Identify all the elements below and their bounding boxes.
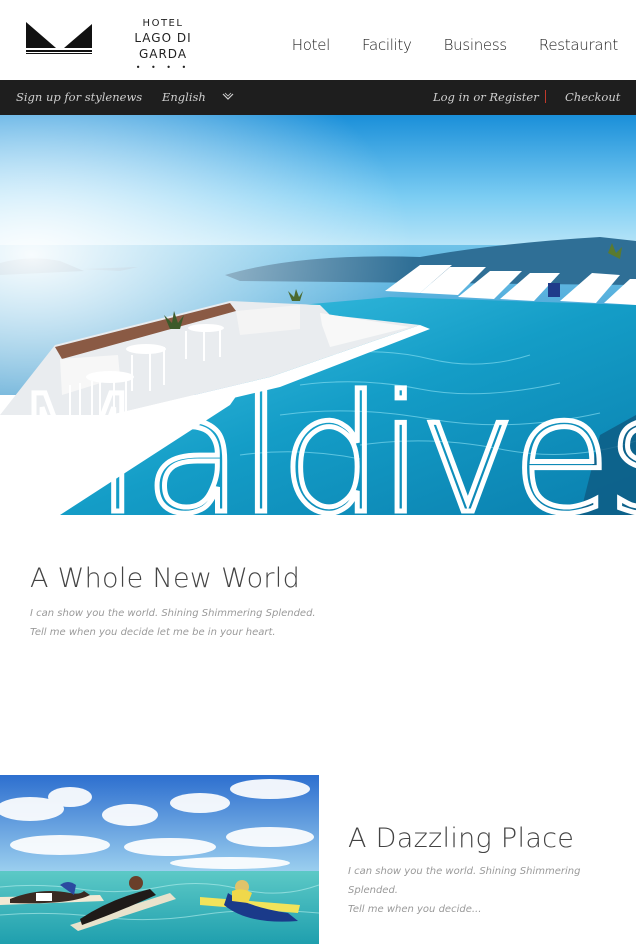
logo-hotel-label: HOTEL: [142, 18, 184, 29]
intro-line-2: Tell me when you decide let me be in you…: [30, 627, 276, 638]
topbar-divider: [545, 90, 546, 103]
logo-text: HOTEL LAGO DI GARDA • • • •: [108, 18, 218, 73]
surfers-photo: [0, 775, 319, 944]
nav-item-business[interactable]: Business: [444, 36, 508, 54]
feature-line-1: I can show you the world. Shining Shimme…: [348, 866, 581, 877]
logo-stars: • • • •: [135, 63, 191, 72]
feature-line-3: Tell me when you decide...: [348, 904, 482, 915]
main-navigation: Hotel Facility Business Restaurant: [292, 36, 619, 54]
hero-image: Maldives: [0, 115, 636, 515]
feature-title: A Dazzling Place: [348, 823, 575, 854]
feature-text: I can show you the world. Shining Shimme…: [348, 862, 608, 919]
intro-title: A Whole New World: [30, 563, 301, 594]
hero-banner: Maldives: [0, 115, 636, 515]
feature-line-2: Splended.: [348, 885, 398, 896]
checkout-link[interactable]: Checkout: [565, 90, 620, 104]
intro-text: I can show you the world. Shining Shimme…: [30, 604, 590, 642]
language-selector[interactable]: English: [162, 90, 206, 104]
nav-item-facility[interactable]: Facility: [362, 36, 412, 54]
feature-section: A Dazzling Place I can show you the worl…: [348, 822, 608, 919]
hero-headline: Maldives: [8, 362, 636, 515]
nav-item-hotel[interactable]: Hotel: [292, 36, 331, 54]
logo-hotel-name: LAGO DI GARDA: [134, 31, 192, 61]
site-header: HOTEL LAGO DI GARDA • • • • Hotel Facili…: [0, 0, 636, 80]
chevron-down-icon[interactable]: [222, 92, 234, 102]
utility-bar: Sign up for stylenews English Log in or …: [0, 80, 636, 115]
newsletter-signup-link[interactable]: Sign up for stylenews: [16, 90, 142, 104]
logo-mark-icon: [26, 22, 92, 54]
intro-section: A Whole New World I can show you the wor…: [30, 562, 590, 642]
feature-image: [0, 775, 319, 944]
hotel-logo[interactable]: HOTEL LAGO DI GARDA • • • •: [26, 18, 216, 72]
login-register-link[interactable]: Log in or Register: [433, 90, 539, 104]
intro-line-1: I can show you the world. Shining Shimme…: [30, 608, 316, 619]
nav-item-restaurant[interactable]: Restaurant: [539, 36, 618, 54]
